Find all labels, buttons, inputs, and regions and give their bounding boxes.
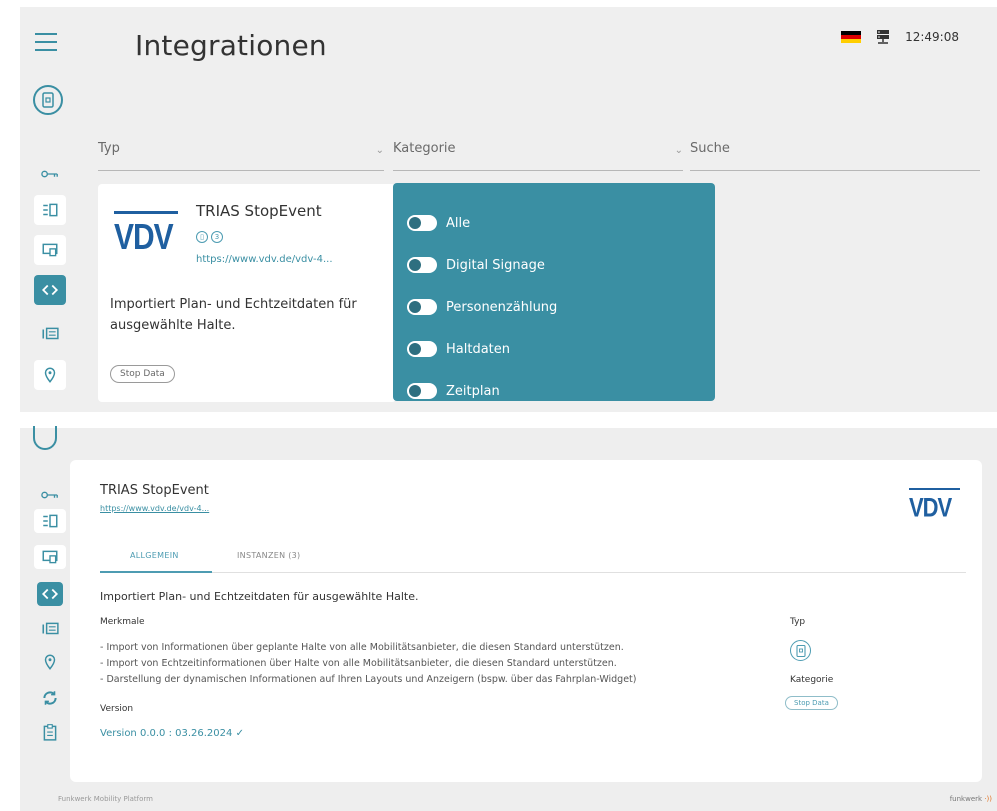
version-heading: Version (100, 704, 134, 714)
clock: 12:49:08 (905, 30, 959, 44)
search-input[interactable]: Suche (690, 141, 980, 171)
screen-icon[interactable] (34, 545, 66, 569)
option-label: Zeitplan (446, 383, 500, 399)
device-type-icon (790, 640, 811, 661)
sync-icon[interactable] (34, 686, 66, 710)
card-tag: Stop Data (110, 365, 175, 383)
integration-card[interactable]: VDV TRIAS StopEvent ▯ 3 https://www.vdv.… (98, 184, 396, 402)
option-alle[interactable]: Alle (393, 202, 715, 244)
code-icon[interactable] (34, 275, 66, 305)
typ-heading: Typ (790, 617, 806, 627)
stop-icon: ▯ (196, 231, 208, 243)
typ-filter-label: Typ (98, 141, 120, 156)
screen-icon[interactable] (34, 235, 66, 265)
feature-item: - Darstellung der dynamischen Informatio… (100, 674, 637, 685)
option-label: Haltdaten (446, 341, 511, 357)
device-icon[interactable] (33, 426, 57, 450)
card-link[interactable]: https://www.vdv.de/vdv-4... (196, 254, 333, 265)
features-list: - Import von Informationen über geplante… (100, 640, 820, 688)
features-heading: Merkmale (100, 617, 145, 627)
detail-link[interactable]: https://www.vdv.de/vdv-4... (100, 504, 209, 513)
feature-item: - Import von Informationen über geplante… (100, 642, 624, 653)
kategorie-filter[interactable]: Kategorie ⌄ (393, 141, 683, 171)
option-label: Digital Signage (446, 257, 545, 273)
menu-icon[interactable] (35, 33, 57, 51)
location-icon[interactable] (34, 360, 66, 390)
toggle-switch[interactable] (407, 341, 437, 357)
footer-platform-name: Funkwerk Mobility Platform (58, 795, 153, 803)
device-icon[interactable] (33, 85, 63, 115)
chevron-down-icon: ⌄ (375, 145, 384, 156)
key-icon[interactable] (34, 159, 66, 189)
card-title: TRIAS StopEvent (196, 202, 322, 220)
kategorie-filter-label: Kategorie (393, 141, 456, 156)
detail-description: Importiert Plan- und Echtzeitdaten für a… (100, 590, 419, 603)
status-area: 12:49:08 (841, 29, 959, 45)
code-icon[interactable] (37, 582, 63, 606)
version-value: Version 0.0.0 : 03.26.2024 ✓ (100, 728, 244, 739)
info-list-icon[interactable] (34, 319, 66, 349)
german-flag-icon[interactable] (841, 30, 862, 44)
option-personenzaehlung[interactable]: Personenzählung (393, 286, 715, 328)
detail-title: TRIAS StopEvent (100, 483, 209, 498)
sidebar-top (20, 7, 82, 412)
info-list-icon[interactable] (34, 617, 66, 641)
kategorie-heading: Kategorie (790, 675, 834, 685)
vdv-logo: VDV (909, 488, 960, 521)
option-haltdaten[interactable]: Haltdaten (393, 328, 715, 370)
instance-count-badge: 3 (211, 231, 223, 243)
category-dropdown: Alle Digital Signage Personenzählung Hal… (393, 183, 715, 401)
list-icon[interactable] (34, 195, 66, 225)
category-tag: Stop Data (785, 696, 838, 710)
location-icon[interactable] (34, 650, 66, 674)
option-label: Personenzählung (446, 299, 558, 315)
integration-detail-panel: TRIAS StopEvent https://www.vdv.de/vdv-4… (20, 426, 997, 811)
toggle-switch[interactable] (407, 257, 437, 273)
chevron-down-icon: ⌄ (674, 145, 683, 156)
option-zeitplan[interactable]: Zeitplan (393, 370, 715, 412)
toggle-switch[interactable] (407, 383, 437, 399)
toggle-switch[interactable] (407, 299, 437, 315)
active-tab-indicator (100, 571, 212, 573)
card-badges: ▯ 3 (196, 231, 223, 243)
feature-item: - Import von Echtzeitinformationen über … (100, 658, 617, 669)
card-description: Importiert Plan- und Echtzeitdaten für a… (110, 297, 357, 333)
option-digital-signage[interactable]: Digital Signage (393, 244, 715, 286)
integrations-overview-panel: Integrationen 12:49:08 Typ ⌄ Kategorie ⌄… (20, 7, 997, 412)
tab-allgemein[interactable]: ALLGEMEIN (130, 551, 179, 560)
server-icon[interactable] (875, 29, 891, 45)
page-title: Integrationen (135, 29, 327, 62)
typ-filter[interactable]: Typ ⌄ (98, 141, 384, 171)
check-icon: ✓ (235, 728, 244, 739)
key-icon[interactable] (34, 480, 66, 510)
toggle-switch[interactable] (407, 215, 437, 231)
vdv-logo: VDV (114, 211, 178, 255)
search-label: Suche (690, 141, 730, 156)
option-label: Alle (446, 215, 471, 231)
footer-logo: funkwerk ·)) (949, 795, 992, 803)
tab-instanzen[interactable]: INSTANZEN (3) (237, 551, 300, 560)
list-icon[interactable] (34, 509, 66, 533)
detail-card: TRIAS StopEvent https://www.vdv.de/vdv-4… (70, 460, 982, 782)
detail-tabs: ALLGEMEIN INSTANZEN (3) (100, 543, 966, 573)
clipboard-icon[interactable] (34, 720, 66, 744)
